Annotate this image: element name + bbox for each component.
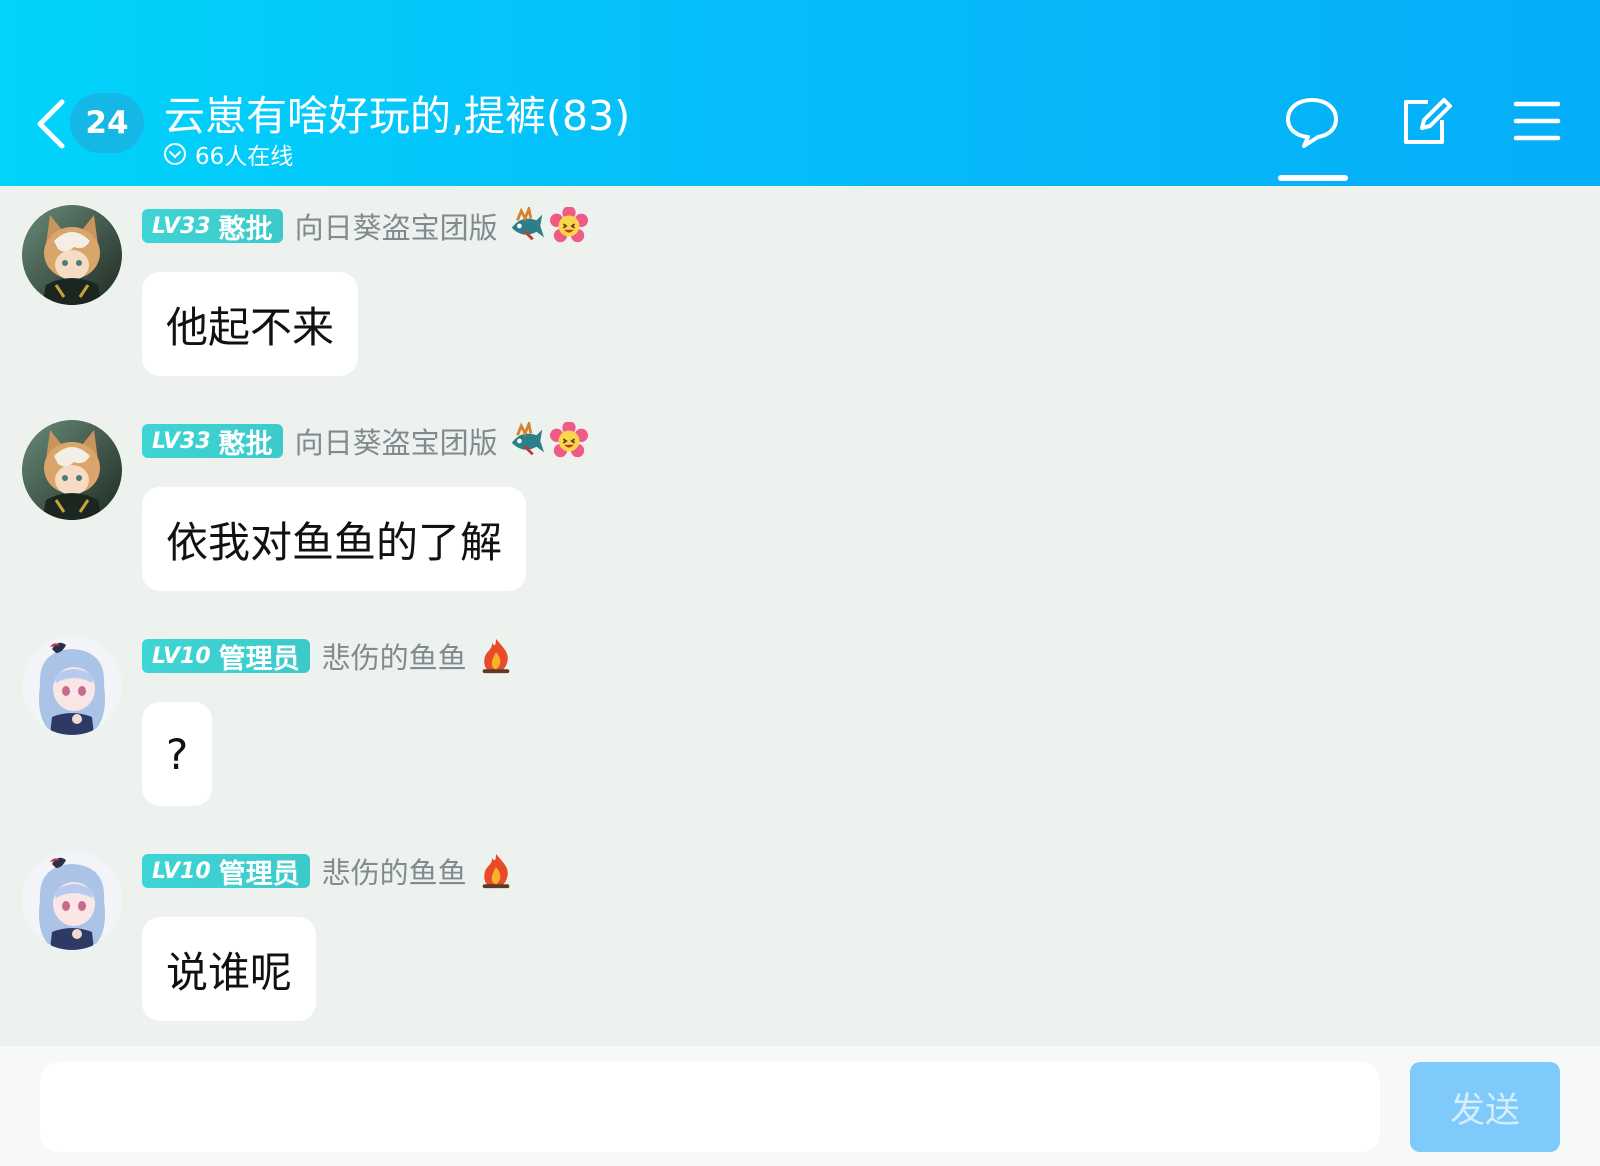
- back-button[interactable]: [28, 96, 72, 152]
- level-text: LV33: [152, 428, 211, 454]
- level-tag: LV10 管理员: [142, 854, 310, 890]
- send-button[interactable]: 发送: [1410, 1062, 1560, 1152]
- avatar[interactable]: [22, 205, 122, 305]
- message-bubble[interactable]: ?: [142, 702, 213, 806]
- edit-icon[interactable]: [1398, 94, 1454, 150]
- role-text: 憨批: [218, 428, 273, 460]
- level-text: LV10: [152, 643, 211, 669]
- level-text: LV33: [152, 213, 211, 239]
- message-meta: LV33 憨批 向日葵盗宝团版: [142, 206, 588, 246]
- chevron-down-circle-icon: [164, 143, 186, 165]
- sender-name[interactable]: 向日葵盗宝团版: [295, 420, 498, 462]
- chat-header: 24 云崽有啥好玩的,提裤(83) 66人在线: [0, 0, 1600, 186]
- avatar[interactable]: [22, 420, 122, 520]
- message-meta: LV10 管理员 悲伤的鱼鱼: [142, 851, 515, 891]
- fish-emoji-icon: [508, 207, 546, 245]
- level-tag: LV33 憨批: [142, 209, 283, 245]
- message-bubble[interactable]: 说谁呢: [142, 917, 317, 1021]
- sender-name[interactable]: 悲伤的鱼鱼: [322, 635, 467, 677]
- message-meta: LV10 管理员 悲伤的鱼鱼: [142, 636, 515, 676]
- sender-name[interactable]: 向日葵盗宝团版: [295, 205, 498, 247]
- message-bubble[interactable]: 依我对鱼鱼的了解: [142, 487, 527, 591]
- avatar[interactable]: [22, 850, 122, 950]
- role-text: 憨批: [218, 213, 273, 245]
- input-bar: 发送: [0, 1046, 1600, 1166]
- fire-emoji-icon: [477, 852, 515, 890]
- message-input[interactable]: [40, 1062, 1380, 1152]
- fish-emoji-icon: [508, 422, 546, 460]
- level-text: LV10: [152, 858, 211, 884]
- avatar[interactable]: [22, 635, 122, 735]
- message-bubble[interactable]: 他起不来: [142, 272, 359, 376]
- role-text: 管理员: [218, 858, 300, 890]
- online-count: 66人在线: [195, 144, 294, 170]
- fire-emoji-icon: [477, 637, 515, 675]
- level-tag: LV10 管理员: [142, 639, 310, 675]
- unread-badge[interactable]: 24: [70, 93, 144, 153]
- active-tab-indicator: [1278, 175, 1348, 181]
- chevron-left-icon: [37, 99, 65, 149]
- group-title: 云崽有啥好玩的,提裤(83): [164, 92, 631, 140]
- level-tag: LV33 憨批: [142, 424, 283, 460]
- message-meta: LV33 憨批 向日葵盗宝团版: [142, 421, 588, 461]
- flower-emoji-icon: [550, 422, 588, 460]
- online-status[interactable]: 66人在线: [163, 137, 293, 171]
- chat-bubble-icon[interactable]: [1284, 94, 1340, 150]
- menu-icon[interactable]: [1512, 94, 1568, 150]
- flower-emoji-icon: [550, 207, 588, 245]
- role-text: 管理员: [218, 643, 300, 675]
- sender-name[interactable]: 悲伤的鱼鱼: [322, 850, 467, 892]
